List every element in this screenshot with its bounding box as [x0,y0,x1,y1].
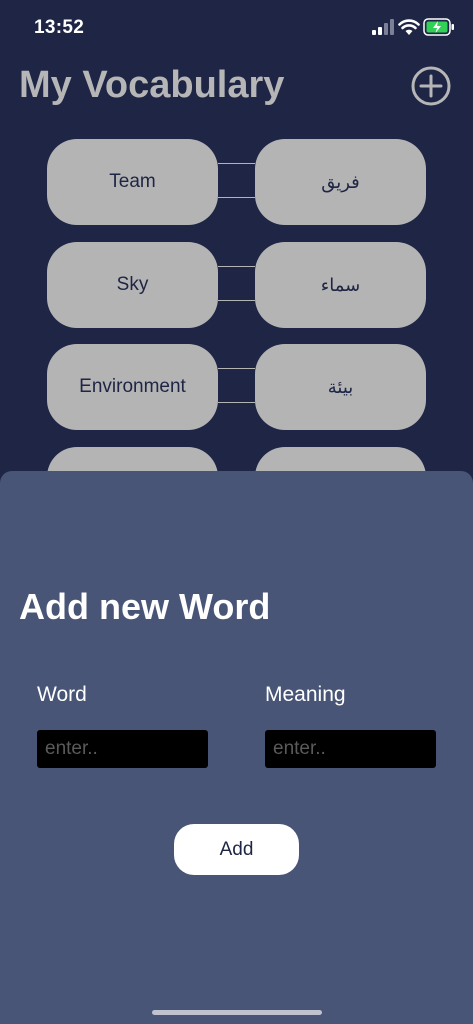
add-button[interactable]: Add [174,824,299,875]
vocab-word[interactable]: Team [47,139,218,225]
vocab-row: Environment بيئة [47,344,426,430]
connector-line [218,300,255,301]
connector-line [218,266,255,267]
vocab-row: Team فريق [47,139,426,225]
word-input[interactable] [37,730,208,768]
connector-line [218,368,255,369]
connector-line [218,163,255,164]
vocab-meaning[interactable]: فريق [255,139,426,225]
meaning-input[interactable] [265,730,436,768]
sheet-title: Add new Word [19,586,271,627]
vocab-word[interactable]: Environment [47,344,218,430]
vocab-word[interactable]: Sky [47,242,218,328]
vocabulary-list: Team فريق Sky سماء Environment بيئة [0,0,473,533]
home-indicator [152,1010,322,1015]
vocab-meaning[interactable]: بيئة [255,344,426,430]
vocab-meaning[interactable]: سماء [255,242,426,328]
add-word-sheet: Add new Word Word Meaning Add [0,471,473,1024]
connector-line [218,197,255,198]
word-label: Word [37,683,87,706]
vocab-row: Sky سماء [47,242,426,328]
meaning-label: Meaning [265,683,346,706]
connector-line [218,402,255,403]
